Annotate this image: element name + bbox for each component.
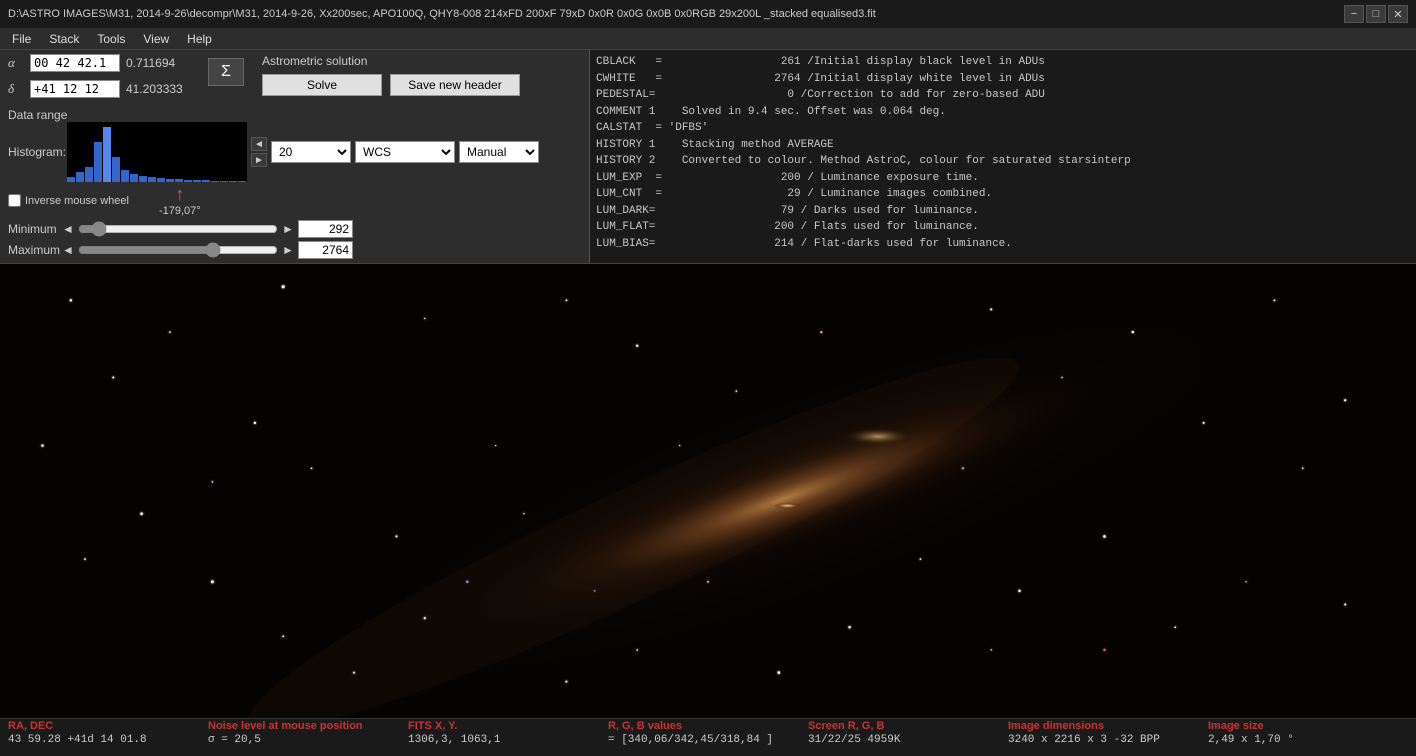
image-dim-value-section: 3240 x 2216 x 3 -32 BPP <box>1008 734 1208 746</box>
rgb-label: R, G, B values <box>608 720 682 732</box>
screen-rgb-value: 31/22/25 4959K <box>808 734 900 746</box>
ra-dec-label: RA, DEC <box>8 720 53 732</box>
rgb-value-section: = [340,06/342,45/318,84 ] <box>608 734 808 746</box>
astro-image-display <box>0 264 1416 718</box>
noise-value: σ = 20,5 <box>208 734 261 746</box>
menu-file[interactable]: File <box>4 30 39 48</box>
image-dim-label: Image dimensions <box>1008 720 1104 732</box>
image-size-label: Image size <box>1208 720 1264 732</box>
maximize-button[interactable]: □ <box>1366 5 1386 23</box>
alpha-input[interactable] <box>30 54 120 72</box>
maximum-slider[interactable] <box>78 242 278 258</box>
screen-rgb-label-section: Screen R, G, B <box>808 720 1008 732</box>
fits-xy-label-section: FITS X, Y. <box>408 720 608 732</box>
wcs-select[interactable]: WCSJ2000B1950Galactic <box>355 141 455 163</box>
fits-xy-value: 1306,3, 1063,1 <box>408 734 500 746</box>
mouse-info: ↑ -179,07° <box>159 184 201 217</box>
noise-value-section: σ = 20,5 <box>208 734 408 746</box>
menu-stack[interactable]: Stack <box>41 30 87 48</box>
close-button[interactable]: ✕ <box>1388 5 1408 23</box>
delta-input[interactable] <box>30 80 120 98</box>
alpha-label: α <box>8 55 24 71</box>
inverse-mouse-wheel-label: Inverse mouse wheel <box>25 195 129 207</box>
histogram-nav: ◄ ► <box>251 137 267 167</box>
image-size-label-section: Image size <box>1208 720 1408 732</box>
maximum-value[interactable] <box>298 241 353 259</box>
histogram-row: Histogram: <box>8 122 581 182</box>
image-dim-label-section: Image dimensions <box>1008 720 1208 732</box>
maximum-left-arrow[interactable]: ◄ <box>62 243 74 257</box>
rgb-value: = [340,06/342,45/318,84 ] <box>608 734 773 746</box>
ra-dec-value-section: 43 59.28 +41d 14 01.8 <box>8 734 208 746</box>
menu-bar: File Stack Tools View Help <box>0 28 1416 50</box>
save-header-button[interactable]: Save new header <box>390 74 520 96</box>
ra-dec-label-section: RA, DEC <box>8 720 208 732</box>
screen-rgb-value-section: 31/22/25 4959K <box>808 734 1008 746</box>
alpha-row: α 0.711694 <box>8 54 196 72</box>
delta-decimal: 41.203333 <box>126 82 196 96</box>
inverse-mouse-wheel-row: Inverse mouse wheel <box>8 194 129 207</box>
noise-label: Noise level at mouse position <box>208 720 363 732</box>
status-bar: RA, DEC Noise level at mouse position FI… <box>0 718 1416 756</box>
delta-row: δ 41.203333 <box>8 80 196 98</box>
screen-rgb-label: Screen R, G, B <box>808 720 884 732</box>
histogram-label: Histogram: <box>8 145 63 159</box>
title-bar: D:\ASTRO IMAGES\M31, 2014-9-26\decompr\M… <box>0 0 1416 28</box>
image-size-value: 2,49 x 1,70 ° <box>1208 734 1294 746</box>
alpha-decimal: 0.711694 <box>126 56 196 70</box>
minimum-value[interactable] <box>298 220 353 238</box>
data-range-section: Data range Histogram: <box>8 108 581 259</box>
image-size-value-section: 2,49 x 1,70 ° <box>1208 734 1408 746</box>
ra-dec-value: 43 59.28 +41d 14 01.8 <box>8 734 147 746</box>
inverse-mouse-wheel-checkbox[interactable] <box>8 194 21 207</box>
data-range-label: Data range <box>8 108 67 122</box>
fits-xy-label: FITS X, Y. <box>408 720 457 732</box>
menu-tools[interactable]: Tools <box>89 30 133 48</box>
rgb-label-section: R, G, B values <box>608 720 808 732</box>
mode-select[interactable]: ManualAutoSigma <box>459 141 539 163</box>
image-dim-value: 3240 x 2216 x 3 -32 BPP <box>1008 734 1160 746</box>
maximum-right-arrow[interactable]: ► <box>282 243 294 257</box>
sigma-button[interactable]: Σ <box>208 58 244 86</box>
direction-arrow: ↑ <box>175 184 184 205</box>
image-area <box>0 264 1416 718</box>
minimum-right-arrow[interactable]: ► <box>282 222 294 236</box>
minimum-left-arrow[interactable]: ◄ <box>62 222 74 236</box>
mouse-angle: -179,07° <box>159 205 201 217</box>
delta-label: δ <box>8 81 24 97</box>
histogram-next[interactable]: ► <box>251 153 267 167</box>
astrometric-label: Astrometric solution <box>262 54 520 68</box>
minimum-row: Minimum ◄ ► <box>8 220 581 238</box>
astrometric-section: Astrometric solution Solve Save new head… <box>262 54 520 96</box>
minimize-button[interactable]: − <box>1344 5 1364 23</box>
histogram-display <box>67 122 247 182</box>
noise-label-section: Noise level at mouse position <box>208 720 408 732</box>
menu-help[interactable]: Help <box>179 30 220 48</box>
menu-view[interactable]: View <box>135 30 177 48</box>
left-controls-panel: α 0.711694 δ 41.203333 Σ Astrometric sol… <box>0 50 590 263</box>
maximum-row: Maximum ◄ ► <box>8 241 581 259</box>
status-labels-row: RA, DEC Noise level at mouse position FI… <box>0 719 1416 733</box>
top-controls: α 0.711694 δ 41.203333 Σ Astrometric sol… <box>0 50 1416 264</box>
minmax-row: Minimum ◄ ► Maximum ◄ ► <box>8 220 581 259</box>
window-title: D:\ASTRO IMAGES\M31, 2014-9-26\decompr\M… <box>8 8 876 20</box>
histogram-prev[interactable]: ◄ <box>251 137 267 151</box>
fits-xy-value-section: 1306,3, 1063,1 <box>408 734 608 746</box>
display-number-select[interactable]: 20 <box>271 141 351 163</box>
window-controls: − □ ✕ <box>1344 5 1408 23</box>
minimum-slider[interactable] <box>78 221 278 237</box>
status-values-row: 43 59.28 +41d 14 01.8 σ = 20,5 1306,3, 1… <box>0 733 1416 747</box>
minimum-label: Minimum <box>8 222 58 236</box>
maximum-label: Maximum <box>8 243 58 257</box>
solve-button[interactable]: Solve <box>262 74 382 96</box>
fits-header-panel: CBLACK = 261 /Initial display black leve… <box>590 50 1416 263</box>
